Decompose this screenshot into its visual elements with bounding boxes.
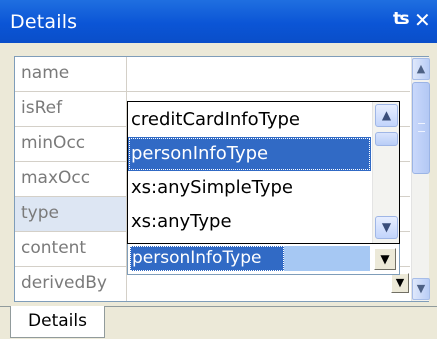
property-name: content xyxy=(15,232,127,266)
property-name: name xyxy=(15,57,127,91)
property-row-name[interactable]: name xyxy=(15,57,410,92)
scroll-down-icon[interactable]: ▼ xyxy=(375,216,398,239)
property-name: minOcc xyxy=(15,127,127,161)
property-name: derivedBy xyxy=(15,267,127,301)
dropdown-option[interactable]: xs:anySimpleType xyxy=(128,171,371,205)
scroll-down-icon[interactable]: ▼ xyxy=(412,278,430,300)
property-value[interactable] xyxy=(128,57,410,91)
chevron-down-icon[interactable]: ▼ xyxy=(374,248,396,270)
property-name: isRef xyxy=(15,92,127,126)
type-dropdown-list[interactable]: creditCardInfoType personInfoType xs:any… xyxy=(127,101,400,244)
property-name: type xyxy=(15,197,127,231)
dropdown-scroll-thumb[interactable] xyxy=(375,132,398,146)
scroll-up-icon[interactable]: ▲ xyxy=(412,58,430,80)
dropdown-option[interactable]: creditCardInfoType xyxy=(128,103,371,137)
tab-details[interactable]: Details xyxy=(10,306,105,338)
chevron-down-icon[interactable]: ▼ xyxy=(391,273,409,293)
dropdown-option-selected[interactable]: personInfoType xyxy=(128,137,371,171)
close-icon[interactable]: ✕ xyxy=(414,8,431,32)
type-combobox-value[interactable]: personInfoType xyxy=(130,246,284,271)
scroll-thumb[interactable] xyxy=(412,82,430,174)
pin-icon[interactable]: ʦ xyxy=(393,9,410,29)
scroll-up-icon[interactable]: ▲ xyxy=(375,104,398,127)
window-title: Details xyxy=(10,10,78,33)
details-panel: name isRef minOcc maxOcc type content co… xyxy=(0,43,437,306)
tab-strip: Details xyxy=(0,306,437,339)
dropdown-option[interactable]: xs:anyType xyxy=(128,205,371,239)
grid-scrollbar[interactable]: ▲ ▼ xyxy=(411,57,430,301)
dropdown-scrollbar[interactable]: ▲ ▼ xyxy=(372,102,399,243)
details-titlebar: Details ʦ ✕ xyxy=(0,0,437,43)
type-combobox-highlight xyxy=(284,246,370,271)
property-name: maxOcc xyxy=(15,162,127,196)
type-combobox[interactable]: personInfoType ▼ xyxy=(127,244,400,275)
